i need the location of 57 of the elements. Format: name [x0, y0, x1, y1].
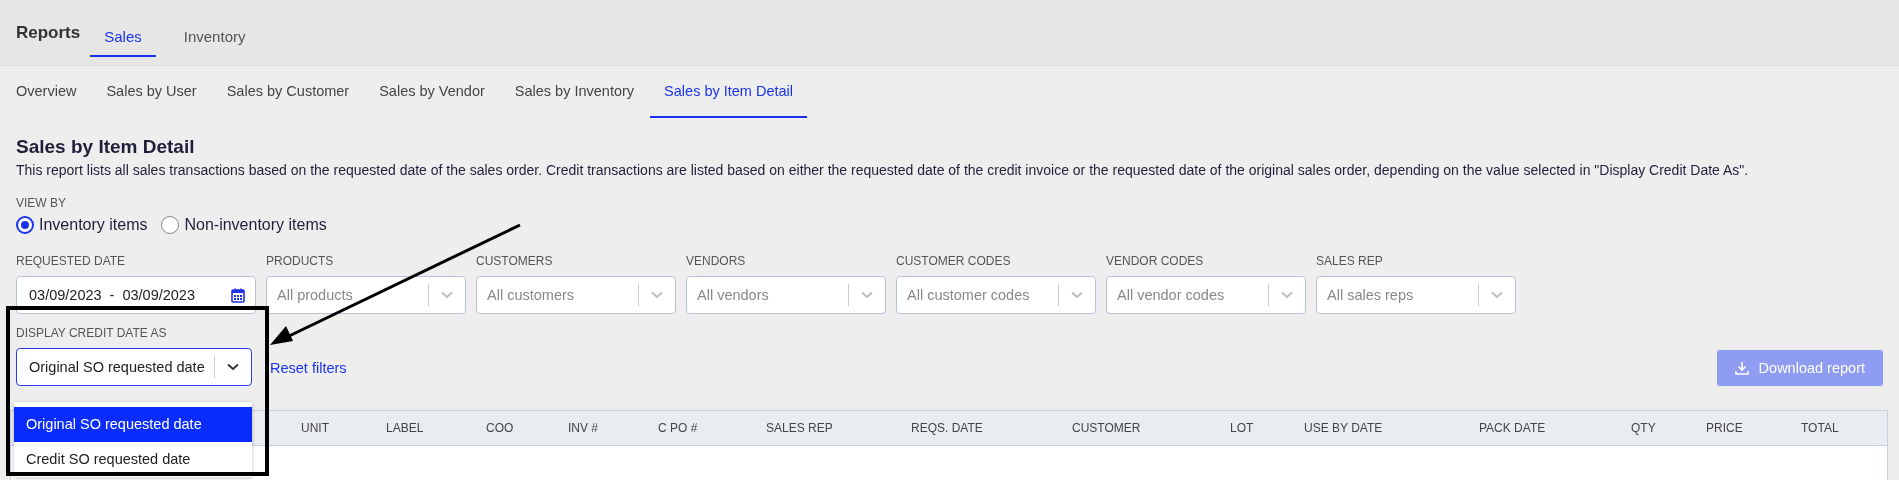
chevron-down-icon	[1491, 291, 1503, 299]
radio-option[interactable]: Inventory items	[16, 216, 148, 234]
menu-option[interactable]: Credit SO requested date	[14, 442, 252, 477]
report-description: This report lists all sales transactions based on the requested date of the sales order. Credit transactions are listed based on either the requested date of the credit invoice or the requested date of the original sales order, depending on the value selected in "Display Credit Date As".	[16, 162, 1750, 178]
nav-tab[interactable]: Inventory	[169, 8, 260, 57]
select-field[interactable]: All customer codes	[896, 276, 1096, 314]
view-by-label: VIEW BY	[16, 196, 67, 210]
column-header: PACK DATE	[1479, 421, 1547, 435]
filter-label: DISPLAY CREDIT DATE AS	[16, 326, 168, 340]
column-header: QTY	[1631, 421, 1657, 435]
column-header: USE BY DATE	[1304, 421, 1384, 435]
radio-icon[interactable]	[16, 216, 34, 234]
report-tab[interactable]: Sales by Customer	[212, 66, 364, 118]
column-header: CUSTOMER	[1072, 421, 1142, 435]
column-header: LABEL	[386, 421, 425, 435]
report-title: Sales by Item Detail	[16, 136, 196, 158]
chevron-down-icon	[651, 291, 663, 299]
report-tab[interactable]: Sales by Vendor	[365, 66, 499, 118]
select-field[interactable]: All products	[266, 276, 466, 314]
select-field[interactable]: All sales reps	[1316, 276, 1516, 314]
filter-label: PRODUCTS	[266, 254, 335, 268]
report-tab[interactable]: Overview	[2, 66, 91, 118]
calendar-icon	[231, 287, 245, 303]
column-header: C PO #	[658, 421, 699, 435]
filter-label: VENDORS	[686, 254, 747, 268]
column-header: LOT	[1230, 421, 1255, 435]
report-tab[interactable]: Sales by Item Detail	[650, 66, 808, 118]
filter-label: CUSTOMERS	[476, 254, 554, 268]
filter-label: CUSTOMER CODES	[896, 254, 1012, 268]
page-title: Reports	[16, 22, 81, 43]
select-field[interactable]: All vendor codes	[1106, 276, 1306, 314]
select-field[interactable]: All customers	[476, 276, 676, 314]
select-field[interactable]: All vendors	[686, 276, 886, 314]
chevron-down-icon	[227, 363, 239, 371]
menu-option[interactable]: Original SO requested date	[14, 407, 252, 442]
column-header: SALES REP	[766, 421, 834, 435]
filter-label: REQUESTED DATE	[16, 254, 127, 268]
report-tab[interactable]: Sales by User	[92, 66, 211, 118]
reset-filters-link[interactable]: Reset filters	[270, 360, 347, 376]
chevron-down-icon	[1281, 291, 1293, 299]
radio-icon[interactable]	[161, 216, 180, 234]
chevron-down-icon	[861, 291, 873, 299]
nav-tab[interactable]: Sales	[90, 8, 156, 57]
column-header: UNIT	[301, 421, 330, 435]
chevron-down-icon	[1071, 291, 1083, 299]
filter-label: VENDOR CODES	[1106, 254, 1205, 268]
chevron-down-icon	[441, 291, 453, 299]
download-icon	[1734, 361, 1749, 375]
column-header: PRICE	[1706, 421, 1744, 435]
column-header: REQS. DATE	[911, 421, 984, 435]
column-header: TOTAL	[1801, 421, 1840, 435]
column-header: INV #	[568, 421, 599, 435]
radio-option[interactable]: Non-inventory items	[161, 216, 327, 234]
credit-date-select[interactable]: Original SO requested date	[16, 348, 252, 386]
column-header: COO	[486, 421, 515, 435]
filter-label: SALES REP	[1316, 254, 1384, 268]
report-tab[interactable]: Sales by Inventory	[500, 66, 649, 118]
